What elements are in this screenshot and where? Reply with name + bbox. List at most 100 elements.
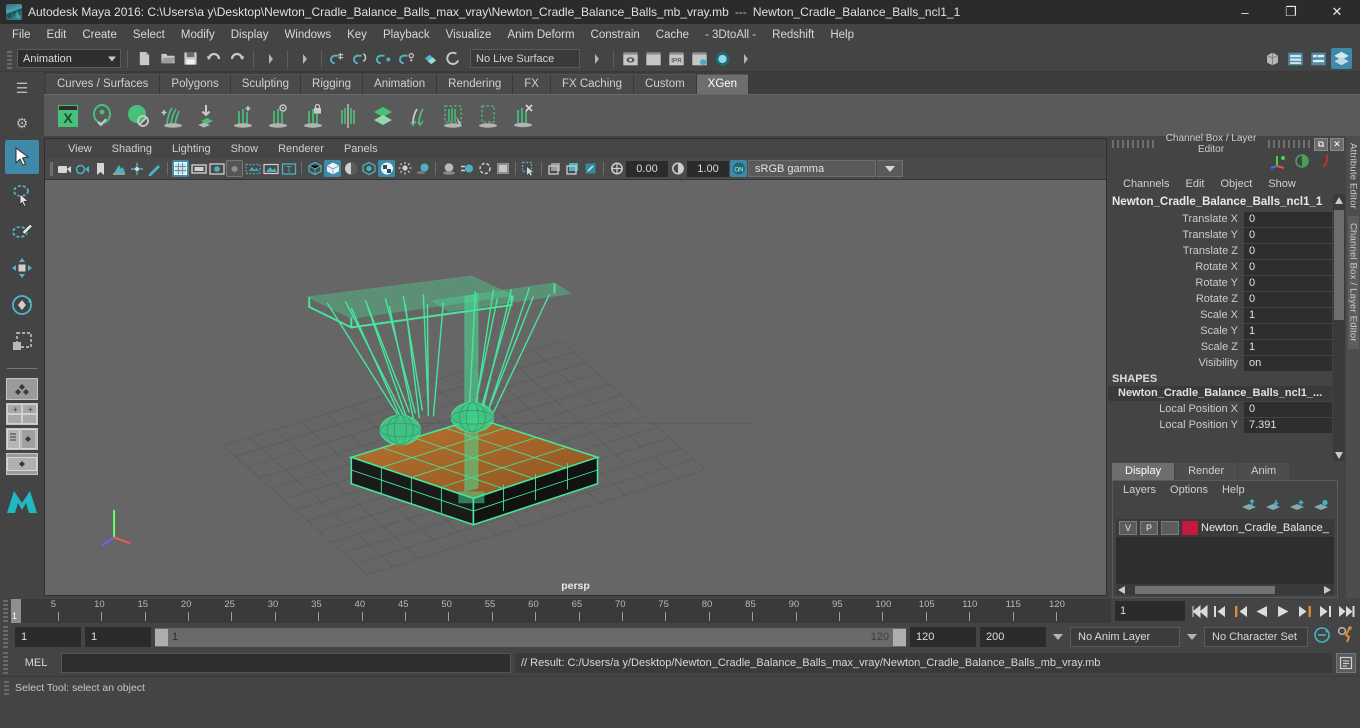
time-slider[interactable]: 1 5 10 15 20 25 30 35 40 45 50 55 60 65 70 75 80 85 90 95 1… — [11, 599, 1111, 623]
menu-select[interactable]: Select — [125, 27, 173, 43]
depth-of-field-icon[interactable] — [494, 160, 511, 177]
toggle-modeling-toolkit-icon[interactable] — [1262, 48, 1283, 69]
image-plane-icon[interactable] — [110, 160, 127, 177]
snap-to-view-plane-icon[interactable] — [420, 48, 441, 69]
play-backwards-button[interactable] — [1252, 601, 1272, 621]
menu-display[interactable]: Display — [223, 27, 277, 43]
step-forward-key-button[interactable] — [1315, 601, 1335, 621]
attr-value[interactable]: 1 — [1244, 323, 1332, 339]
bookmark-icon[interactable] — [92, 160, 109, 177]
xgen-editor-icon[interactable]: X — [52, 100, 83, 131]
layer-help-menu[interactable]: Help — [1216, 483, 1251, 497]
color-profile-selector[interactable]: sRGB gamma — [748, 160, 876, 177]
layout-hypershade-persp-button[interactable] — [6, 453, 38, 475]
shelf-tab-curves-surfaces[interactable]: Curves / Surfaces — [46, 74, 161, 94]
scroll-up-arrow-icon[interactable] — [1334, 194, 1344, 206]
layer-scroll-thumb[interactable] — [1135, 585, 1275, 594]
layer-tab-display[interactable]: Display — [1112, 463, 1175, 480]
layout-outliner-persp-button[interactable] — [6, 428, 38, 450]
snap-to-projected-center-icon[interactable] — [397, 48, 418, 69]
xray-joints-icon[interactable] — [564, 160, 581, 177]
viewport-menu-lighting[interactable]: Lighting — [163, 142, 220, 156]
shadows-icon[interactable] — [414, 160, 431, 177]
layer-visibility-toggle[interactable]: V — [1119, 521, 1137, 535]
menu-help[interactable]: Help — [822, 27, 862, 43]
xgen-preview-icon[interactable] — [122, 100, 153, 131]
layer-options-menu[interactable]: Options — [1164, 483, 1214, 497]
script-editor-button[interactable] — [1336, 653, 1356, 673]
panel-drag-handle[interactable] — [1112, 140, 1154, 148]
animation-end-time-field[interactable]: 200 — [980, 627, 1046, 647]
open-scene-icon[interactable] — [157, 48, 178, 69]
anim-layer-dropdown-arrow[interactable] — [1053, 634, 1063, 640]
attr-value[interactable]: 0 — [1244, 291, 1332, 307]
xgen-delete-icon[interactable] — [507, 100, 538, 131]
menu-cache[interactable]: Cache — [648, 27, 697, 43]
color-profile-dropdown-arrow[interactable] — [877, 160, 903, 177]
xgen-add-density-icon[interactable] — [227, 100, 258, 131]
help-line-grip[interactable] — [4, 680, 9, 695]
channel-row-rotate-z[interactable]: Rotate Z 0 — [1108, 291, 1346, 307]
menu-constrain[interactable]: Constrain — [583, 27, 648, 43]
shelf-tab-animation[interactable]: Animation — [363, 74, 438, 94]
xgen-convert-icon[interactable] — [402, 100, 433, 131]
grid-toggle-icon[interactable] — [172, 160, 189, 177]
shelf-tab-rigging[interactable]: Rigging — [301, 74, 364, 94]
smooth-shade-all-icon[interactable] — [324, 160, 341, 177]
command-language-label[interactable]: MEL — [15, 657, 57, 669]
hypershade-icon[interactable] — [712, 48, 733, 69]
layers-menu[interactable]: Layers — [1117, 483, 1162, 497]
textured-mode-icon[interactable] — [378, 160, 395, 177]
xgen-add-grooming-icon[interactable] — [157, 100, 188, 131]
exposure-value[interactable]: 0.00 — [626, 160, 668, 177]
snap-to-grid-icon[interactable] — [328, 48, 349, 69]
exposure-display-icon[interactable] — [262, 160, 279, 177]
animation-preferences-icon[interactable] — [1336, 625, 1356, 649]
shelf-tab-polygons[interactable]: Polygons — [160, 74, 231, 94]
shelf-tab-custom[interactable]: Custom — [634, 74, 697, 94]
attr-value[interactable]: 0 — [1244, 259, 1332, 275]
layout-four-view-button[interactable]: + + — [6, 403, 38, 425]
text-overlay-icon[interactable]: T — [280, 160, 297, 177]
layout-single-perspective-button[interactable] — [6, 378, 38, 400]
gamma-icon[interactable] — [669, 160, 686, 177]
edit-menu[interactable]: Edit — [1178, 177, 1211, 191]
scroll-down-arrow-icon[interactable] — [1334, 449, 1344, 461]
xgen-mask-icon[interactable] — [262, 100, 293, 131]
move-tool-icon[interactable] — [5, 251, 39, 285]
two-d-pan-zoom-icon[interactable] — [128, 160, 145, 177]
layer-tab-anim[interactable]: Anim — [1238, 463, 1290, 480]
scroll-left-arrow-icon[interactable] — [1116, 581, 1125, 599]
attr-value[interactable]: 1 — [1244, 339, 1332, 355]
use-default-lighting-icon[interactable] — [396, 160, 413, 177]
render-settings-icon[interactable] — [689, 48, 710, 69]
range-bar[interactable]: 1 120 — [155, 627, 906, 647]
film-gate-display-icon[interactable] — [244, 160, 261, 177]
maximize-button[interactable]: ❐ — [1268, 0, 1314, 24]
channel-row-scale-y[interactable]: Scale Y 1 — [1108, 323, 1346, 339]
selection-mask-expand4-icon[interactable] — [735, 48, 756, 69]
attr-value[interactable]: 0 — [1244, 401, 1332, 417]
xgen-import-icon[interactable] — [192, 100, 223, 131]
viewport-grip[interactable] — [47, 158, 55, 179]
channel-row-scale-z[interactable]: Scale Z 1 — [1108, 339, 1346, 355]
layer-template-toggle[interactable] — [1161, 521, 1179, 535]
layer-tab-render[interactable]: Render — [1175, 463, 1238, 480]
attr-value[interactable]: on — [1244, 355, 1332, 371]
channel-row-local-position-y[interactable]: Local Position Y 7.391 — [1108, 417, 1346, 433]
show-menu[interactable]: Show — [1261, 177, 1303, 191]
make-live-icon[interactable] — [443, 48, 464, 69]
xray-active-components-icon[interactable] — [582, 160, 599, 177]
shelf-tab-rendering[interactable]: Rendering — [437, 74, 514, 94]
screen-space-ao-icon[interactable] — [440, 160, 457, 177]
status-line-grip[interactable] — [7, 48, 12, 69]
anim-layer-selector[interactable]: No Anim Layer — [1070, 627, 1180, 647]
panel-drag-handle-right[interactable] — [1268, 140, 1310, 148]
menu-anim-deform[interactable]: Anim Deform — [499, 27, 582, 43]
time-slider-grip[interactable] — [3, 600, 8, 622]
menu-redshift[interactable]: Redshift — [764, 27, 822, 43]
xgen-lock-icon[interactable] — [297, 100, 328, 131]
panel-close-button[interactable]: ✕ — [1330, 137, 1344, 151]
shelf-tab-xgen[interactable]: XGen — [696, 74, 750, 94]
menu-edit[interactable]: Edit — [39, 27, 75, 43]
